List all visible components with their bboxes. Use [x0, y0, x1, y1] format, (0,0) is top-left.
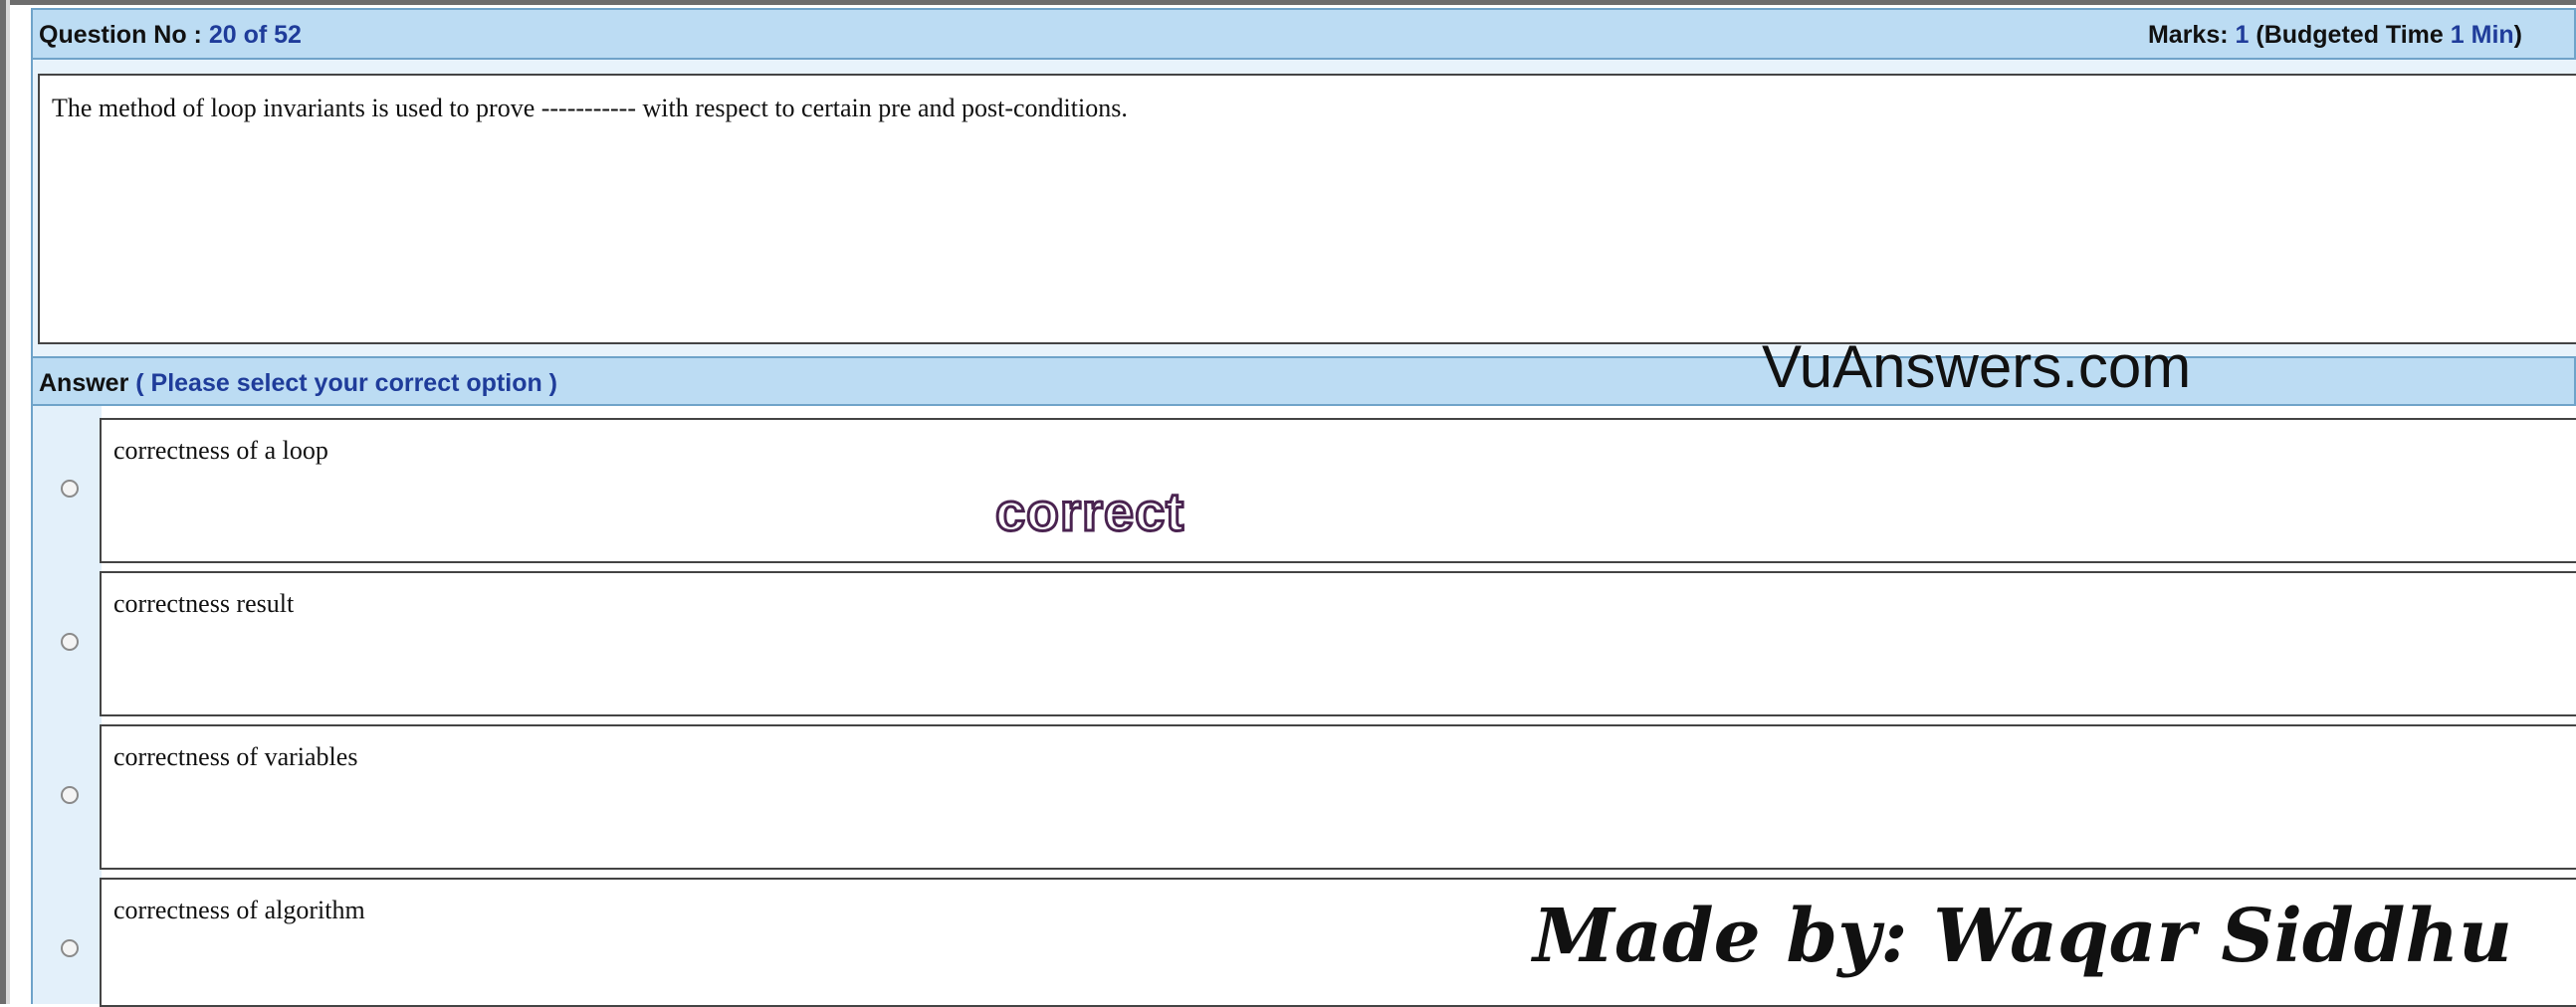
question-total: 52	[274, 21, 302, 49]
made-by-watermark: Made by: Waqar Siddhu	[1533, 894, 2512, 979]
window-frame-top	[0, 0, 2576, 5]
marks-info: Marks: 1 (Budgeted Time 1 Min)	[2148, 21, 2522, 50]
site-watermark: VuAnswers.com	[1762, 333, 2192, 400]
option-2-box[interactable]: correctness result	[100, 571, 2576, 716]
question-number-label: Question No :	[39, 21, 209, 49]
option-4-radio[interactable]	[61, 939, 79, 957]
budget-time-close: )	[2513, 21, 2522, 49]
question-current: 20	[208, 21, 237, 49]
answer-hint: ( Please select your correct option )	[135, 369, 558, 397]
answer-label: Answer ( Please select your correct opti…	[39, 369, 557, 398]
option-3-box[interactable]: correctness of variables	[100, 724, 2576, 870]
option-2-text: correctness result	[113, 589, 295, 618]
correct-answer-stamp: correct	[993, 482, 1185, 544]
question-number: Question No : 20 of 52	[39, 21, 302, 50]
budget-time-label: (Budgeted Time	[2249, 21, 2451, 49]
option-3-text: correctness of variables	[113, 742, 358, 771]
option-3-radio[interactable]	[61, 786, 79, 804]
marks-label: Marks:	[2147, 21, 2236, 49]
answer-label-text: Answer	[39, 369, 136, 397]
question-text: The method of loop invariants is used to…	[52, 94, 1128, 122]
question-text-box: The method of loop invariants is used to…	[38, 74, 2576, 344]
option-2-radio[interactable]	[61, 633, 79, 651]
answer-header-bar: Answer ( Please select your correct opti…	[31, 356, 2576, 406]
marks-value: 1	[2235, 21, 2250, 49]
option-4-text: correctness of algorithm	[113, 896, 365, 924]
option-1-text: correctness of a loop	[113, 436, 328, 465]
option-1-radio[interactable]	[61, 480, 79, 498]
budget-time-value: 1 Min	[2450, 21, 2514, 49]
option-1-box[interactable]: correctness of a loop	[100, 418, 2576, 563]
question-header-bar: Question No : 20 of 52 Marks: 1 (Budgete…	[31, 8, 2576, 60]
question-of-text: of	[236, 21, 275, 49]
window-frame-left-inner	[6, 0, 10, 1004]
